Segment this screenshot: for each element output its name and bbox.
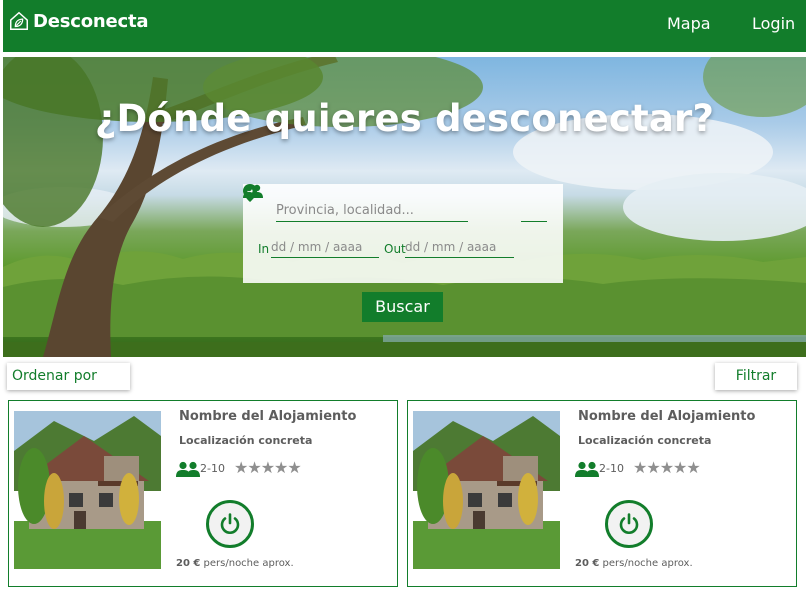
house-leaf-icon: [10, 11, 28, 30]
listing-name[interactable]: Nombre del Alojamiento: [578, 409, 755, 424]
listing-price-value: 20 €: [575, 558, 600, 569]
hero-title: ¿Dónde quieres desconectar?: [94, 97, 715, 140]
power-icon: [220, 513, 240, 534]
listing-card[interactable]: Nombre del Alojamiento Localización conc…: [8, 400, 398, 587]
listing-guests: 2-10: [200, 462, 225, 475]
search-button[interactable]: Buscar: [362, 292, 443, 322]
guests-input[interactable]: [521, 200, 547, 222]
search-panel: In dd / mm / aaaa Out dd / mm / aaaa: [243, 184, 563, 283]
listing-guests: 2-10: [599, 462, 624, 475]
nav-link-mapa[interactable]: Mapa: [667, 14, 711, 33]
power-button[interactable]: [605, 500, 653, 548]
nav-link-login[interactable]: Login: [752, 14, 795, 33]
listing-rating: ★★★★★: [234, 458, 302, 477]
people-icon: [243, 184, 263, 198]
sort-button[interactable]: Ordenar por: [7, 363, 130, 390]
listing-price-suffix: pers/noche aprox.: [599, 558, 693, 569]
listing-price: 20 € pers/noche aprox.: [575, 558, 693, 569]
place-search-input[interactable]: [276, 200, 468, 222]
checkin-date-input[interactable]: dd / mm / aaaa: [271, 240, 379, 258]
listing-photo[interactable]: [14, 411, 161, 569]
checkout-label: Out: [384, 242, 406, 256]
brand-name: Desconecta: [33, 10, 149, 32]
power-icon: [619, 513, 639, 534]
brand[interactable]: Desconecta: [8, 10, 149, 32]
listing-price: 20 € pers/noche aprox.: [176, 558, 294, 569]
listing-price-suffix: pers/noche aprox.: [200, 558, 294, 569]
listing-location: Localización concreta: [578, 434, 712, 447]
checkout-date-input[interactable]: dd / mm / aaaa: [405, 240, 514, 258]
people-icon: [575, 461, 599, 477]
listing-rating: ★★★★★: [633, 458, 701, 477]
listing-location: Localización concreta: [179, 434, 313, 447]
navbar: Desconecta Mapa Login: [3, 0, 806, 52]
filter-button[interactable]: Filtrar: [715, 363, 797, 390]
listing-name[interactable]: Nombre del Alojamiento: [179, 409, 356, 424]
people-icon: [176, 461, 200, 477]
checkin-label: In: [258, 242, 270, 256]
power-button[interactable]: [206, 500, 254, 548]
page: Desconecta Mapa Login ¿Dónde quieres des…: [0, 0, 811, 596]
hero-banner: ¿Dónde quieres desconectar? In dd / mm /…: [3, 57, 806, 357]
listing-photo[interactable]: [413, 411, 560, 569]
listing-price-value: 20 €: [176, 558, 201, 569]
listing-card[interactable]: Nombre del Alojamiento Localización conc…: [407, 400, 797, 587]
